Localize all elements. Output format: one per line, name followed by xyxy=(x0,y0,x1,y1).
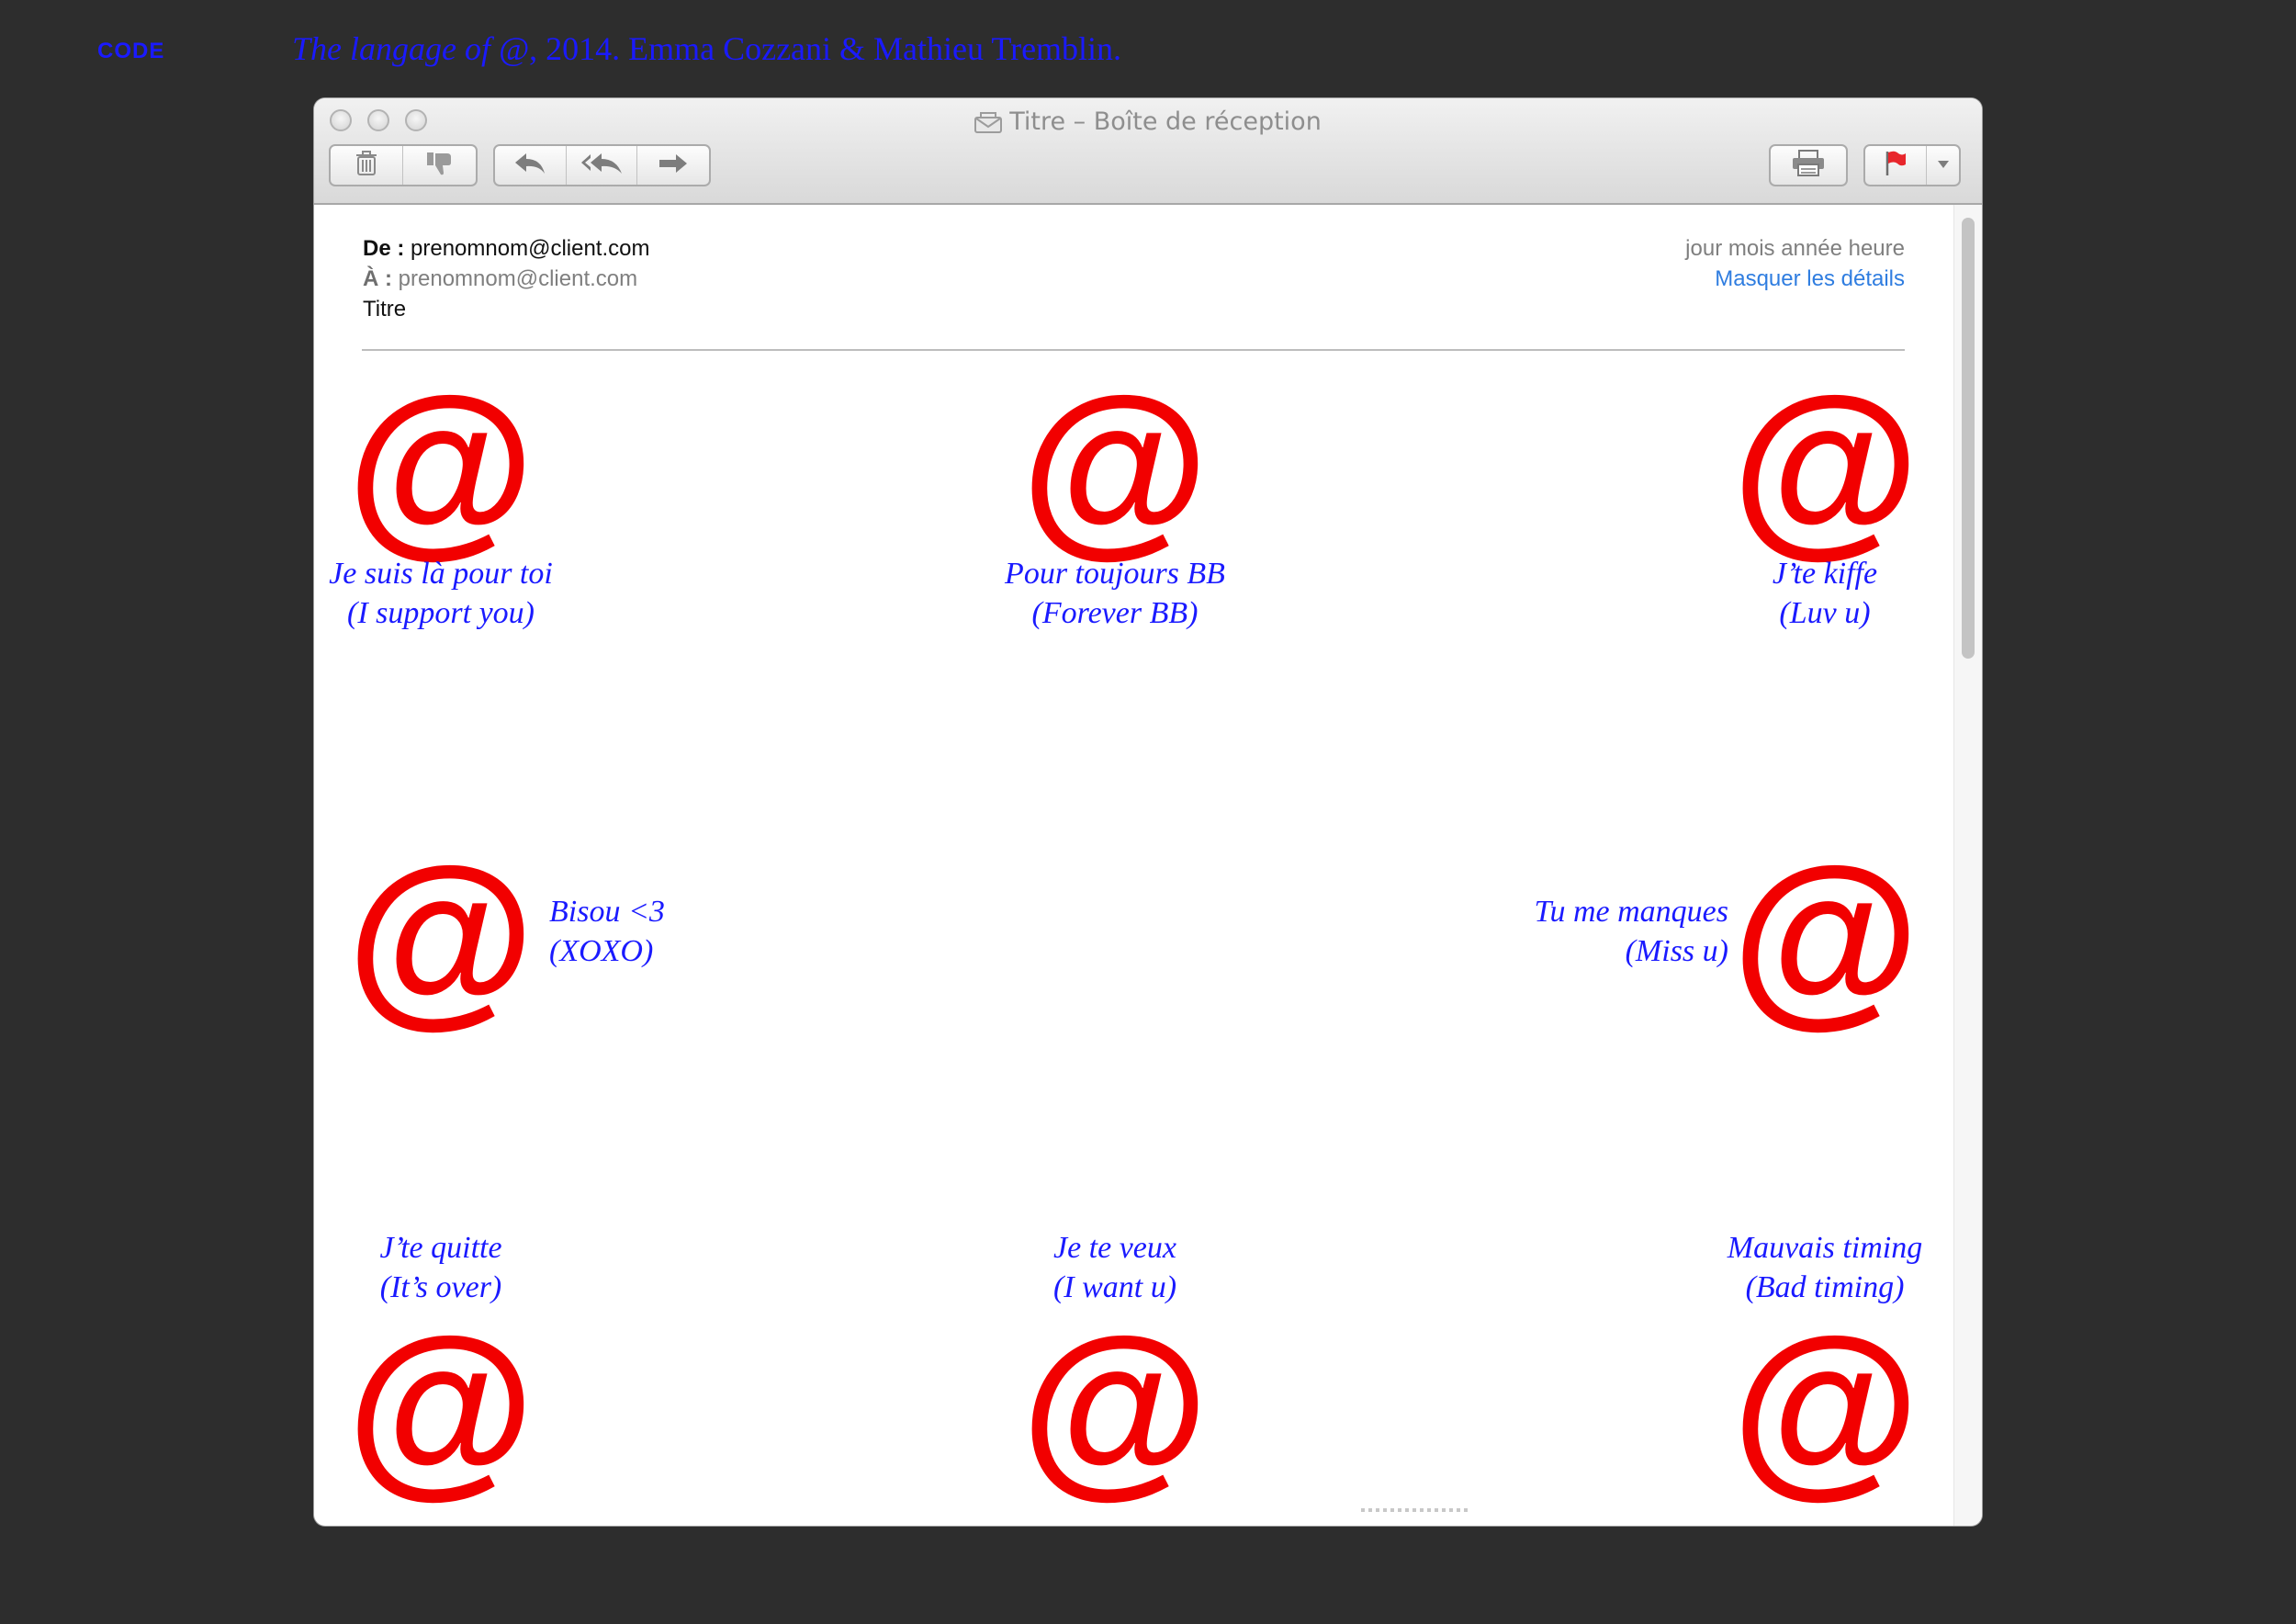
at-symbol-5: @ xyxy=(1731,828,1920,1043)
reply-arrow-icon xyxy=(513,152,546,180)
red-flag-icon xyxy=(1884,150,1908,182)
date-line: jour mois année heure xyxy=(1685,236,1905,261)
message-3-en: (Luv u) xyxy=(1779,596,1871,630)
reply-group xyxy=(493,144,711,186)
at-symbol-7: @ xyxy=(1020,1298,1210,1514)
scrollbar-thumb[interactable] xyxy=(1962,218,1975,659)
window-title-text: Titre – Boîte de réception xyxy=(1009,107,1322,136)
credit-title: The langage of @ xyxy=(292,30,530,67)
message-5-en: (Miss u) xyxy=(1625,934,1728,968)
at-symbol-6: @ xyxy=(346,1298,535,1514)
mail-window: Titre – Boîte de réception De: prenomno… xyxy=(314,98,1982,1526)
reply-all-arrow-icon xyxy=(580,152,624,180)
from-line: De : prenomnom@client.com xyxy=(363,236,649,262)
message-1-fr: Je suis là pour toi xyxy=(329,557,553,591)
message-7: Je te veux (I want u) xyxy=(977,1228,1253,1307)
at-symbol-3: @ xyxy=(1731,357,1920,573)
chevron-down-icon xyxy=(1937,157,1950,174)
message-2-en: (Forever BB) xyxy=(1031,596,1199,630)
reply-all-button[interactable] xyxy=(567,146,638,185)
message-5: Tu me manques (Miss u) xyxy=(1453,892,1728,971)
from-address[interactable]: prenomnom@client.com xyxy=(411,236,649,261)
delete-button[interactable] xyxy=(331,146,403,185)
forward-button[interactable] xyxy=(637,146,709,185)
trash-icon xyxy=(355,150,378,181)
message-4-fr: Bisou <3 xyxy=(549,895,665,929)
junk-button[interactable] xyxy=(403,146,476,185)
printer-icon xyxy=(1791,149,1826,182)
message-1: Je suis là pour toi (I support you) xyxy=(314,554,568,633)
reply-button[interactable] xyxy=(495,146,567,185)
from-label: De : xyxy=(363,236,405,261)
message-3: J’te kiffe (Luv u) xyxy=(1719,554,1930,633)
thumbs-down-icon xyxy=(425,151,455,181)
print-button[interactable] xyxy=(1771,146,1846,185)
flag-dropdown-button[interactable] xyxy=(1927,146,1959,185)
vertical-scrollbar[interactable] xyxy=(1953,205,1982,1526)
message-8-fr: Mauvais timing xyxy=(1727,1231,1923,1265)
message-6: J’te quitte (It’s over) xyxy=(314,1228,568,1307)
title-bar: Titre – Boîte de réception xyxy=(314,98,1982,205)
message-5-fr: Tu me manques xyxy=(1534,895,1728,929)
message-4: Bisou <3 (XOXO) xyxy=(549,892,770,971)
credit-rest: , 2014. Emma Cozzani & Mathieu Tremblin. xyxy=(529,30,1122,67)
message-8: Mauvais timing (Bad timing) xyxy=(1701,1228,1949,1307)
message-3-fr: J’te kiffe xyxy=(1772,557,1878,591)
code-label[interactable]: CODE xyxy=(97,39,164,64)
message-1-en: (I support you) xyxy=(347,596,535,630)
flag-button[interactable] xyxy=(1865,146,1928,185)
at-symbol-1: @ xyxy=(346,357,535,573)
delete-junk-group xyxy=(329,144,478,186)
message-4-en: (XOXO) xyxy=(549,934,654,968)
at-symbol-2: @ xyxy=(1020,357,1210,573)
envelope-icon xyxy=(974,111,1003,140)
message-6-fr: J’te quitte xyxy=(379,1231,502,1265)
resize-handle[interactable] xyxy=(1361,1508,1471,1512)
at-symbol-8: @ xyxy=(1731,1298,1920,1514)
window-title: Titre – Boîte de réception xyxy=(314,107,1982,140)
to-label: À : xyxy=(363,266,392,291)
to-address[interactable]: prenomnom@client.com xyxy=(399,266,637,291)
header-divider xyxy=(362,349,1905,351)
subject-line: Titre xyxy=(363,297,407,321)
message-2: Pour toujours BB (Forever BB) xyxy=(977,554,1253,633)
to-line: À : prenomnom@client.com xyxy=(363,266,637,292)
message-7-fr: Je te veux xyxy=(1053,1231,1176,1265)
flag-group xyxy=(1863,144,1961,186)
forward-arrow-icon xyxy=(658,152,689,179)
at-symbol-4: @ xyxy=(346,828,535,1043)
hide-details-link[interactable]: Masquer les détails xyxy=(1715,266,1905,292)
print-group xyxy=(1769,144,1848,186)
message-2-fr: Pour toujours BB xyxy=(1005,557,1225,591)
credit-line: The langage of @, 2014. Emma Cozzani & M… xyxy=(292,29,1121,68)
